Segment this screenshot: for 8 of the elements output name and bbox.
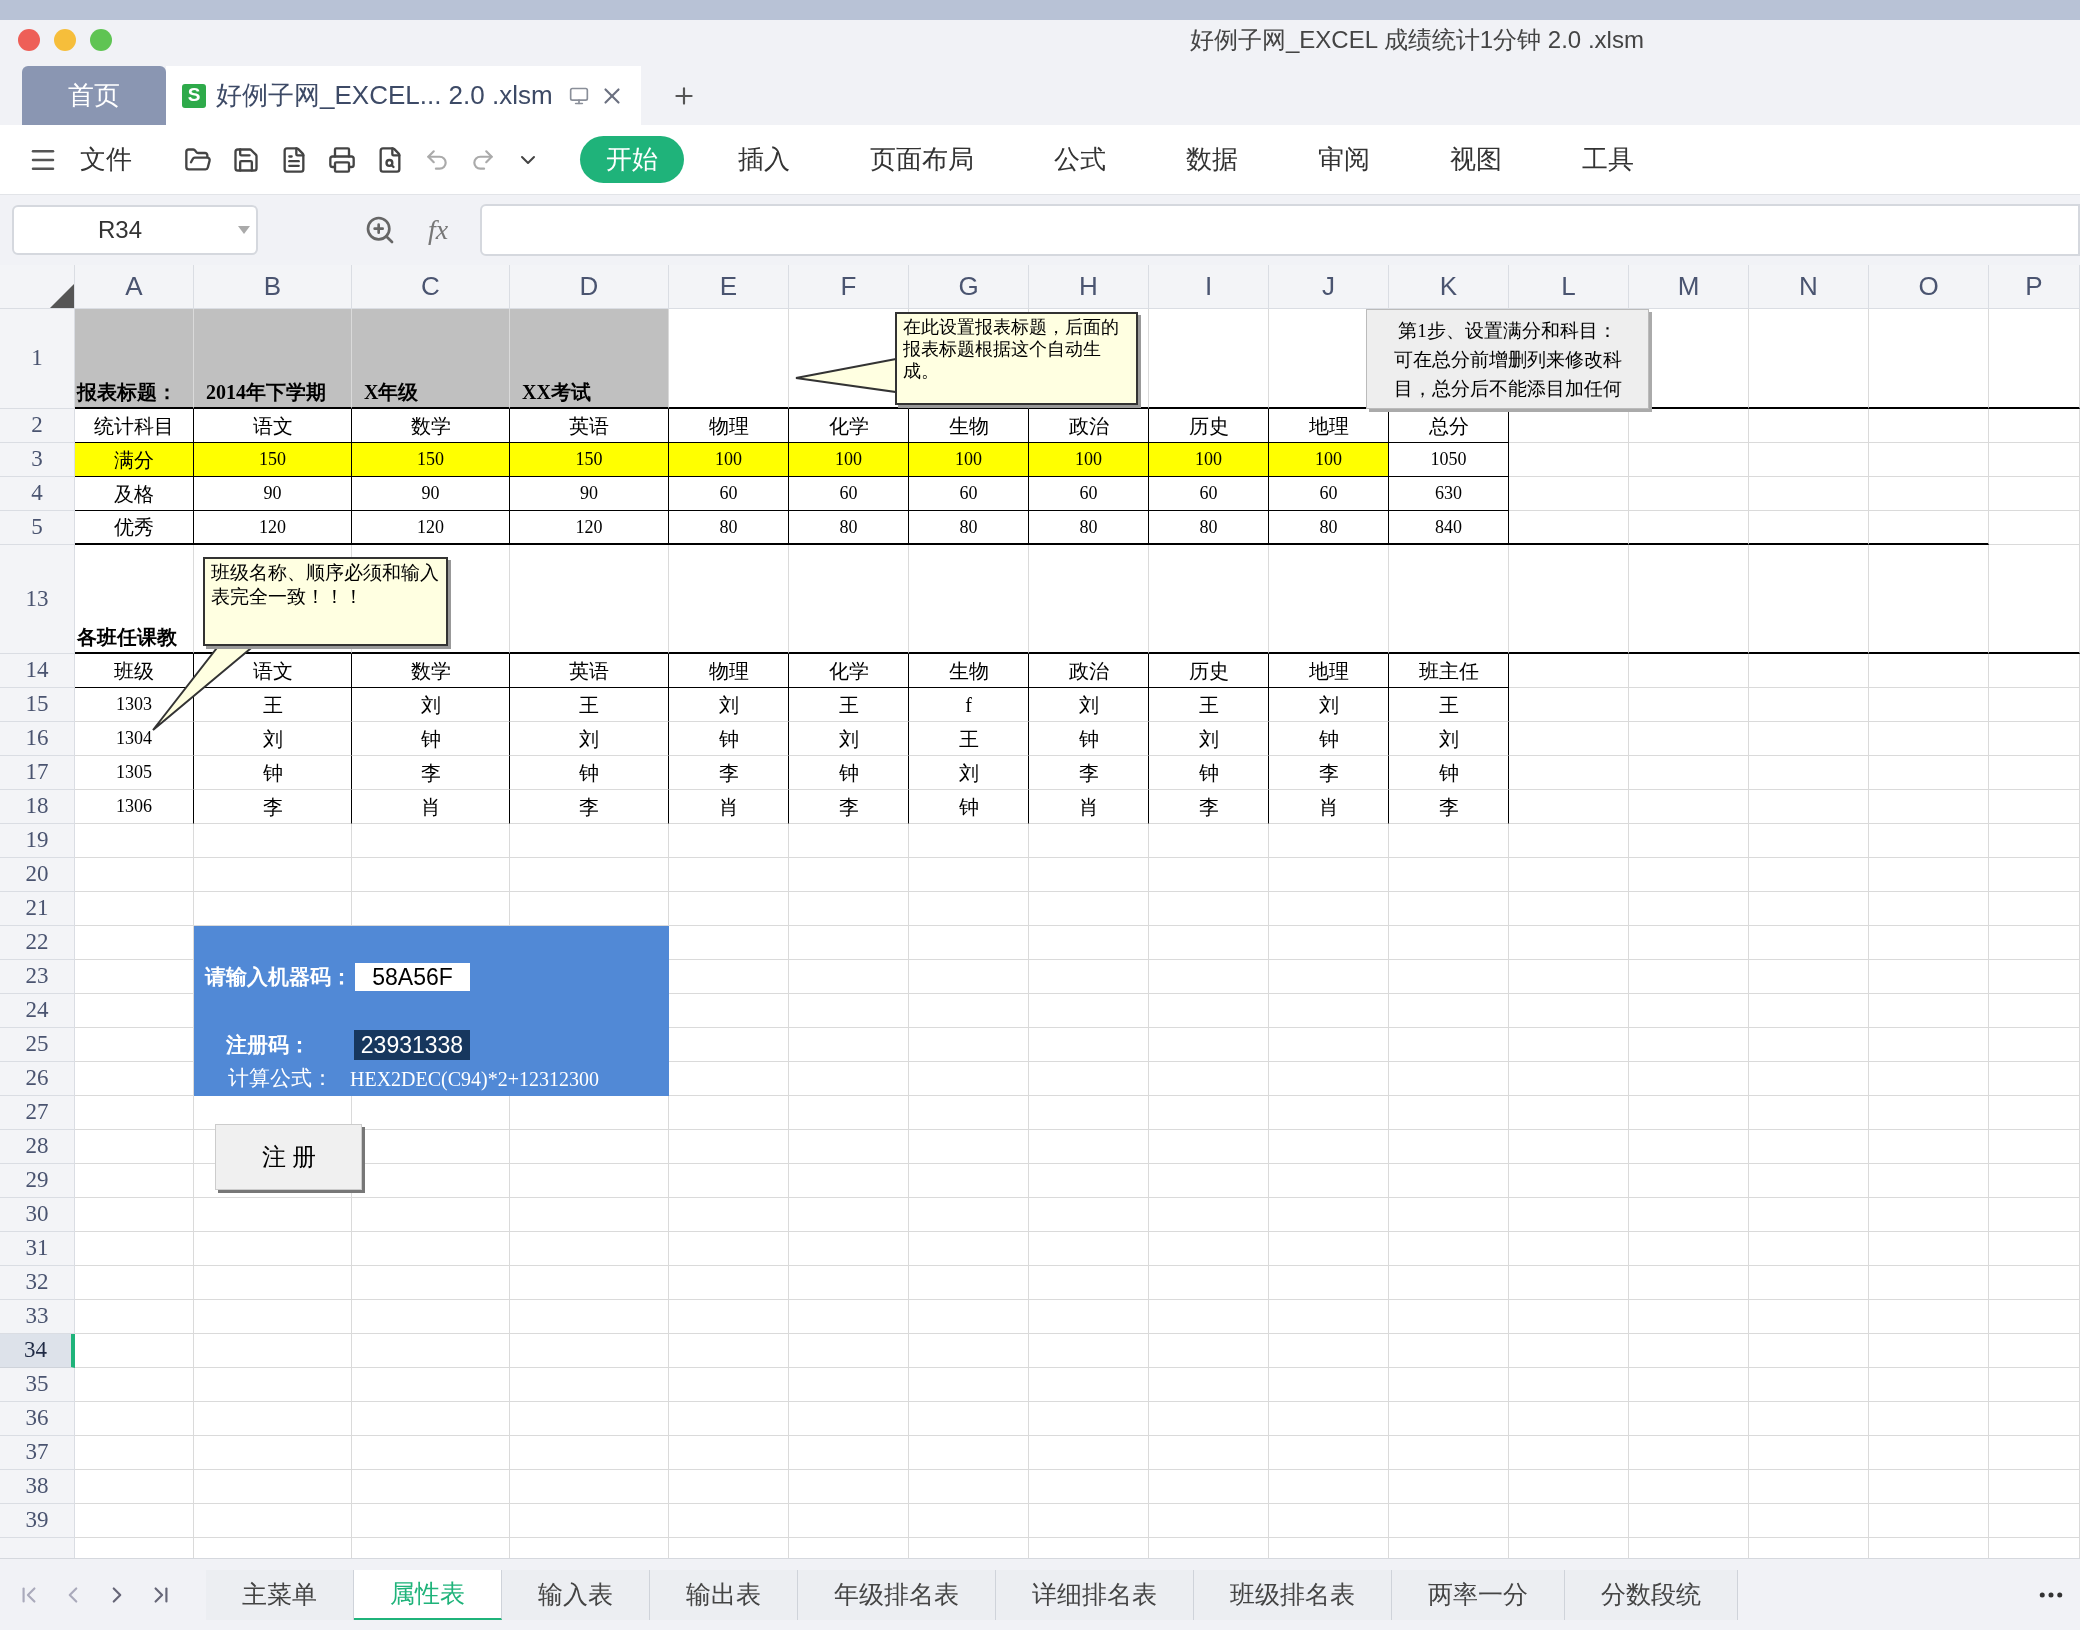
comment-tooltip: 在此设置报表标题，后面的报表标题根据这个自动生成。 xyxy=(895,312,1138,405)
formula-label: 计算公式： xyxy=(228,1065,334,1093)
machine-code-label: 请输入机器码： xyxy=(205,964,352,991)
spreadsheet-icon: S xyxy=(182,83,206,108)
registration-code-label: 注册码： xyxy=(226,1032,311,1059)
window-title: 好例子网_EXCEL 成绩统计1分钟 2.0 .xlsm xyxy=(1190,25,1644,55)
comment-tooltip: 第1步、设置满分和科目：可在总分前增删列来修改科目，总分后不能添目加任何 xyxy=(1366,309,1649,409)
formula-text: HEX2DEC(C94)*2+12312300 xyxy=(350,1067,601,1093)
